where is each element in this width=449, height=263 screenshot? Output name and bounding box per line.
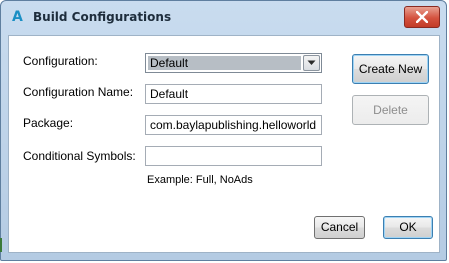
dropdown-arrow-button[interactable] bbox=[303, 55, 320, 71]
create-new-button[interactable]: Create New bbox=[352, 54, 429, 84]
package-label: Package: bbox=[23, 116, 74, 130]
configuration-label: Configuration: bbox=[23, 54, 98, 68]
app-logo-icon: A bbox=[12, 9, 23, 25]
configuration-name-label: Configuration Name: bbox=[23, 85, 134, 99]
ok-button[interactable]: OK bbox=[383, 216, 433, 239]
configuration-selected-value: Default bbox=[148, 56, 301, 70]
package-input[interactable]: com.baylapublishing.helloworld bbox=[145, 115, 322, 135]
dialog-title: Build Configurations bbox=[33, 10, 172, 24]
build-configurations-dialog: A Build Configurations Configuration: De… bbox=[0, 0, 447, 261]
conditional-symbols-hint: Example: Full, NoAds bbox=[147, 174, 253, 186]
close-icon bbox=[416, 11, 428, 23]
chevron-down-icon bbox=[307, 60, 316, 65]
dialog-body: Configuration: Default Configuration Nam… bbox=[8, 35, 440, 253]
conditional-symbols-label: Conditional Symbols: bbox=[23, 149, 136, 163]
conditional-symbols-input[interactable] bbox=[145, 146, 322, 166]
background-edge-mark bbox=[0, 238, 2, 252]
delete-button[interactable]: Delete bbox=[352, 95, 429, 125]
configuration-dropdown[interactable]: Default bbox=[145, 53, 322, 73]
close-button[interactable] bbox=[404, 6, 440, 28]
configuration-name-input[interactable]: Default bbox=[145, 84, 322, 104]
cancel-button[interactable]: Cancel bbox=[314, 216, 365, 239]
title-bar[interactable]: A Build Configurations bbox=[1, 1, 446, 34]
